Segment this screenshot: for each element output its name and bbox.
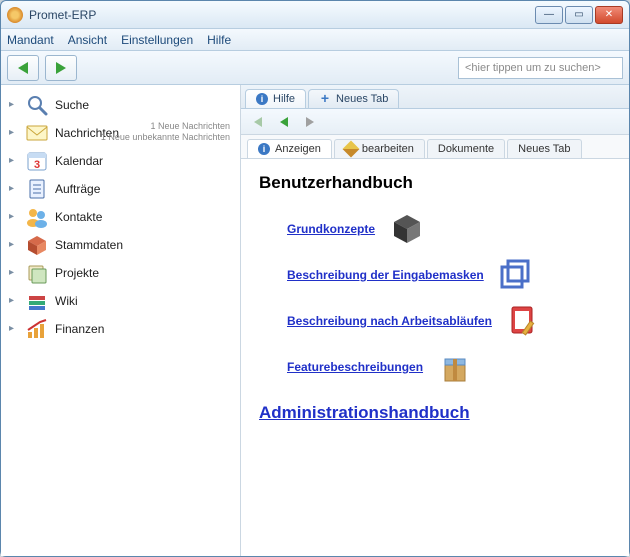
tab-label: bearbeiten	[362, 143, 414, 155]
tab-label: Dokumente	[438, 143, 494, 155]
sidebar-item-label: Wiki	[55, 294, 78, 308]
mini-toolbar	[241, 109, 629, 135]
sidebar-item-label: Kalendar	[55, 154, 103, 168]
menu-einstellungen[interactable]: Einstellungen	[121, 33, 193, 47]
app-icon	[7, 7, 23, 23]
link-administrationshandbuch[interactable]: Administrationshandbuch	[259, 403, 611, 423]
sidebar-item-kalendar[interactable]: ▸ 3 Kalendar	[5, 147, 236, 175]
info-icon: i	[256, 93, 268, 105]
svg-text:3: 3	[34, 159, 40, 171]
tab-label: Hilfe	[273, 93, 295, 105]
link-row-arbeitsablaeufe: Beschreibung nach Arbeitsabläufen	[287, 303, 611, 339]
inner-tab-bearbeiten[interactable]: bearbeiten	[334, 139, 425, 158]
expand-icon: ▸	[9, 240, 19, 250]
arrow-right-icon	[306, 117, 314, 127]
nav-back-button[interactable]	[7, 55, 39, 81]
windows-icon	[498, 257, 534, 293]
sidebar-item-wiki[interactable]: ▸ Wiki	[5, 287, 236, 315]
minimize-button[interactable]: —	[535, 6, 563, 24]
edit-doc-icon	[506, 303, 542, 339]
app-window: Promet-ERP — ▭ ✕ Mandant Ansicht Einstel…	[0, 0, 630, 557]
link-featurebeschreibungen[interactable]: Featurebeschreibungen	[287, 360, 423, 374]
expand-icon: ▸	[9, 296, 19, 306]
inner-tab-neues-tab[interactable]: Neues Tab	[507, 139, 581, 158]
sidebar-item-stammdaten[interactable]: ▸ Stammdaten	[5, 231, 236, 259]
expand-icon: ▸	[9, 324, 19, 334]
content-area: Benutzerhandbuch Grundkonzepte Beschreib…	[241, 159, 629, 556]
window-controls: — ▭ ✕	[535, 6, 623, 24]
link-arbeitsablaeufe[interactable]: Beschreibung nach Arbeitsabläufen	[287, 314, 492, 328]
sidebar-item-finanzen[interactable]: ▸ Finanzen	[5, 315, 236, 343]
tab-label: Neues Tab	[518, 143, 570, 155]
history-back-button[interactable]	[273, 112, 295, 132]
expand-icon: ▸	[9, 268, 19, 278]
wiki-icon	[25, 289, 49, 313]
arrow-left-icon	[254, 117, 262, 127]
mail-icon	[25, 121, 49, 145]
page-heading: Benutzerhandbuch	[259, 173, 611, 193]
arrow-left-icon	[280, 117, 288, 127]
menu-hilfe[interactable]: Hilfe	[207, 33, 231, 47]
sidebar-item-kontakte[interactable]: ▸ Kontakte	[5, 203, 236, 231]
expand-icon: ▸	[9, 100, 19, 110]
maximize-button[interactable]: ▭	[565, 6, 593, 24]
link-row-featurebeschreibungen: Featurebeschreibungen	[287, 349, 611, 385]
expand-icon: ▸	[9, 128, 19, 138]
package-icon	[437, 349, 473, 385]
expand-icon: ▸	[9, 184, 19, 194]
calendar-icon: 3	[25, 149, 49, 173]
sidebar-item-auftraege[interactable]: ▸ Aufträge	[5, 175, 236, 203]
menu-ansicht[interactable]: Ansicht	[68, 33, 107, 47]
search-icon	[25, 93, 49, 117]
sidebar-item-suche[interactable]: ▸ Suche	[5, 91, 236, 119]
history-forward-button[interactable]	[299, 112, 321, 132]
menubar: Mandant Ansicht Einstellungen Hilfe	[1, 29, 629, 51]
cube-icon	[389, 211, 425, 247]
sidebar-item-label: Stammdaten	[55, 238, 123, 252]
tab-hilfe[interactable]: i Hilfe	[245, 89, 306, 108]
contacts-icon	[25, 205, 49, 229]
inner-tab-dokumente[interactable]: Dokumente	[427, 139, 505, 158]
sidebar-item-label: Suche	[55, 98, 89, 112]
arrow-left-icon	[18, 62, 28, 74]
close-button[interactable]: ✕	[595, 6, 623, 24]
sidebar: ▸ Suche ▸ Nachrichten 1 Neue Nachrichten…	[1, 85, 241, 556]
info-icon: i	[258, 143, 270, 155]
sidebar-item-sublabel: 1 Neue Nachrichten 1 Neue unbekannte Nac…	[101, 121, 230, 143]
inner-tabs: i Anzeigen bearbeiten Dokumente Neues Ta…	[241, 135, 629, 159]
masterdata-icon	[25, 233, 49, 257]
finance-icon	[25, 317, 49, 341]
sidebar-item-label: Finanzen	[55, 322, 104, 336]
link-grundkonzepte[interactable]: Grundkonzepte	[287, 222, 375, 236]
inner-tab-anzeigen[interactable]: i Anzeigen	[247, 139, 332, 158]
link-eingabemasken[interactable]: Beschreibung der Eingabemasken	[287, 268, 484, 282]
toolbar: <hier tippen um zu suchen>	[1, 51, 629, 85]
sidebar-item-label: Projekte	[55, 266, 99, 280]
tab-label: Neues Tab	[336, 93, 388, 105]
window-title: Promet-ERP	[29, 8, 535, 22]
projects-icon	[25, 261, 49, 285]
menu-mandant[interactable]: Mandant	[7, 33, 54, 47]
sidebar-item-label: Kontakte	[55, 210, 102, 224]
plus-icon: +	[319, 93, 331, 105]
tab-label: Anzeigen	[275, 143, 321, 155]
right-pane: i Hilfe + Neues Tab i Anzeigen	[241, 85, 629, 556]
nav-forward-button[interactable]	[45, 55, 77, 81]
sidebar-item-nachrichten[interactable]: ▸ Nachrichten 1 Neue Nachrichten 1 Neue …	[5, 119, 236, 147]
outer-tabs: i Hilfe + Neues Tab	[241, 85, 629, 109]
link-row-eingabemasken: Beschreibung der Eingabemasken	[287, 257, 611, 293]
body-area: ▸ Suche ▸ Nachrichten 1 Neue Nachrichten…	[1, 85, 629, 556]
pencil-icon	[342, 141, 359, 158]
sidebar-item-label: Aufträge	[55, 182, 100, 196]
expand-icon: ▸	[9, 156, 19, 166]
search-input[interactable]: <hier tippen um zu suchen>	[458, 57, 623, 79]
expand-icon: ▸	[9, 212, 19, 222]
orders-icon	[25, 177, 49, 201]
sidebar-item-projekte[interactable]: ▸ Projekte	[5, 259, 236, 287]
tab-neues-tab[interactable]: + Neues Tab	[308, 89, 399, 108]
history-start-button[interactable]	[247, 112, 269, 132]
arrow-right-icon	[56, 62, 66, 74]
link-row-grundkonzepte: Grundkonzepte	[287, 211, 611, 247]
titlebar: Promet-ERP — ▭ ✕	[1, 1, 629, 29]
